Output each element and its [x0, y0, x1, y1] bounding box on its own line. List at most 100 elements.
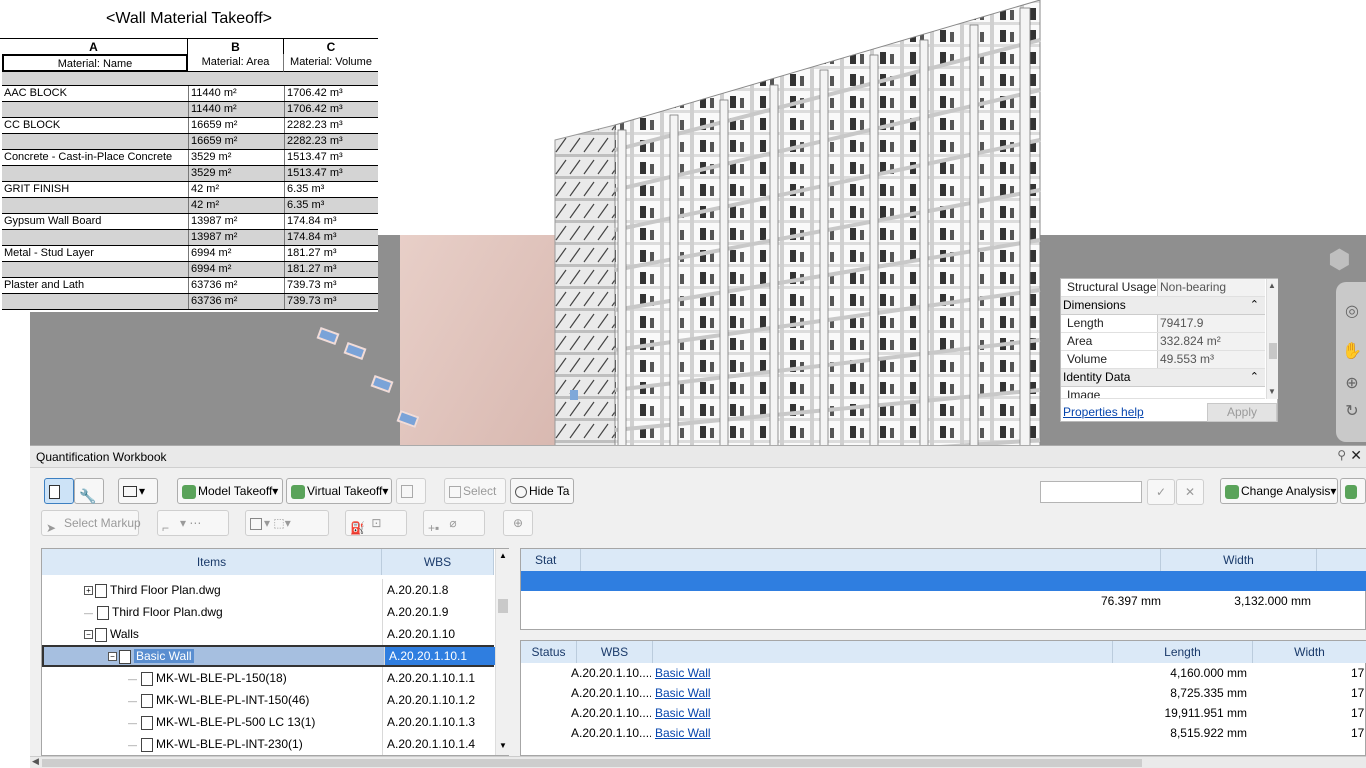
schedule-total-row[interactable]: 3529 m² 1513.47 m³ — [2, 166, 378, 182]
wbs-column-header[interactable]: WBS — [577, 641, 653, 663]
summary-grid[interactable]: Stat Width 76.397 mm 3,132.000 mm — [520, 548, 1366, 630]
zoom-icon[interactable]: ⊕ — [1342, 374, 1362, 394]
orbit-icon[interactable]: ↻ — [1342, 402, 1362, 422]
count-button[interactable]: +▪ ⌀ — [423, 510, 485, 536]
properties-scrollbar[interactable]: ▲ ▼ — [1266, 279, 1278, 399]
reject-button[interactable]: ✕ — [1176, 479, 1204, 505]
close-icon[interactable]: ✕ — [1350, 447, 1362, 464]
collapse-icon[interactable]: − — [108, 652, 117, 662]
object-column-header[interactable] — [653, 641, 1113, 663]
detail-cell-object[interactable]: Basic Wall — [655, 703, 735, 723]
properties-help-link[interactable]: Properties help — [1063, 405, 1144, 419]
pan-hand-icon[interactable]: ✋ — [1342, 342, 1362, 362]
length-column-header[interactable]: Length — [1113, 641, 1253, 663]
detail-grid[interactable]: Status WBS Length Width A.20.20.1.10....… — [520, 640, 1366, 756]
schedule-total-row[interactable]: 16659 m² 2282.23 m³ — [2, 134, 378, 150]
header-material-area[interactable]: Material: Area — [188, 54, 284, 72]
property-value[interactable]: 79417.9 — [1157, 315, 1265, 332]
detail-cell-object[interactable]: Basic Wall — [655, 663, 735, 683]
header-material-volume[interactable]: Material: Volume — [284, 54, 378, 72]
expand-icon[interactable]: + — [84, 586, 93, 596]
items-scrollbar[interactable]: ▲ ▼ — [495, 549, 509, 755]
schedule-row[interactable]: Metal - Stud Layer 6994 m² 181.27 m³ — [2, 246, 378, 262]
virtual-takeoff-button[interactable]: Virtual Takeoff▾ — [286, 478, 392, 504]
steering-wheel-icon[interactable]: ◎ — [1342, 302, 1362, 322]
model-takeoff-button[interactable]: Model Takeoff▾ — [177, 478, 283, 504]
group-identity-data[interactable]: Identity Data ⌃ — [1061, 369, 1265, 387]
schedule-row[interactable]: Plaster and Lath 63736 m² 739.73 m³ — [2, 278, 378, 294]
tree-item[interactable]: — MK-WL-BLE-PL-500 LC 13(1) A.20.20.1.10.1… — [42, 711, 494, 733]
copy-button[interactable] — [396, 478, 426, 504]
tree-item[interactable]: − Walls A.20.20.1.10 — [42, 623, 494, 645]
scroll-thumb[interactable] — [498, 599, 508, 613]
hide-takeoff-button[interactable]: Hide Ta — [510, 478, 574, 504]
group-dimensions[interactable]: Dimensions ⌃ — [1061, 297, 1265, 315]
column-letter-a[interactable]: A — [0, 38, 188, 54]
export-button[interactable] — [1340, 478, 1366, 504]
schedule-total-row[interactable]: 11440 m² 1706.42 m³ — [2, 102, 378, 118]
viewcube-icon[interactable]: ⬢ — [1328, 244, 1366, 274]
schedule-row[interactable]: AAC BLOCK 11440 m² 1706.42 m³ — [2, 86, 378, 102]
schedule-row[interactable]: Gypsum Wall Board 13987 m² 174.84 m³ — [2, 214, 378, 230]
schedule-total-row[interactable]: 13987 m² 174.84 m³ — [2, 230, 378, 246]
search-field[interactable] — [1040, 481, 1142, 503]
navigation-bar[interactable]: ◎ ✋ ⊕ ↻ — [1336, 282, 1366, 442]
pin-icon[interactable]: ⚲ — [1337, 448, 1346, 462]
schedule-row[interactable]: GRIT FINISH 42 m² 6.35 m³ — [2, 182, 378, 198]
horizontal-scrollbar[interactable]: ◀ — [30, 756, 1366, 768]
schedule-row[interactable]: Concrete - Cast-in-Place Concrete 3529 m²… — [2, 150, 378, 166]
status-column-header[interactable]: Status — [521, 641, 577, 663]
scroll-up-icon[interactable]: ▲ — [499, 551, 507, 560]
property-value[interactable]: Non-bearing — [1157, 279, 1265, 296]
display-options-button[interactable]: ▾ — [118, 478, 158, 504]
tree-item[interactable]: — MK-WL-BLE-PL-INT-230(1) A.20.20.1.10.1.4 — [42, 733, 494, 755]
properties-panel[interactable]: Structural Usage Non-bearing Dimensions … — [1060, 278, 1278, 422]
schedule-row[interactable]: CC BLOCK 16659 m² 2282.23 m³ — [2, 118, 378, 134]
scroll-down-icon[interactable]: ▼ — [1268, 387, 1276, 396]
collapse-icon[interactable]: − — [84, 630, 93, 640]
width-column-header[interactable]: Width — [1253, 641, 1366, 663]
items-tree[interactable]: Items WBS + Third Floor Plan.dwg A.20.20.1… — [41, 548, 509, 756]
schedule-total-row[interactable]: 42 m² 6.35 m³ — [2, 198, 378, 214]
tree-item[interactable]: — Third Floor Plan.dwg A.20.20.1.9 — [42, 601, 494, 623]
summary-selected-row[interactable] — [521, 571, 1366, 591]
wall-material-takeoff-schedule[interactable]: <Wall Material Takeoff> A B C Material: … — [0, 0, 378, 312]
select-markup-button[interactable]: ➤ Select Markup — [41, 510, 141, 536]
scroll-up-icon[interactable]: ▲ — [1268, 281, 1276, 290]
schedule-total-row[interactable]: 63736 m² 739.73 m³ — [2, 294, 378, 310]
detail-cell-object[interactable]: Basic Wall — [655, 723, 735, 743]
accept-button[interactable]: ✓ — [1147, 479, 1175, 505]
property-length[interactable]: Length 79417.9 — [1061, 315, 1265, 333]
change-analysis-button[interactable]: Change Analysis▾ — [1220, 478, 1338, 504]
area-button[interactable]: ▾ ⬚▾ — [245, 510, 329, 536]
scroll-thumb[interactable] — [1269, 343, 1277, 359]
select-button[interactable]: Select — [444, 478, 506, 504]
polyline-button[interactable]: ⌐ ▾ ⋯ — [157, 510, 229, 536]
tree-item[interactable]: − Basic Wall A.20.20.1.10.1 — [42, 645, 496, 667]
scroll-thumb[interactable] — [42, 759, 1142, 767]
column-letter-c[interactable]: C — [284, 38, 378, 54]
column-letter-b[interactable]: B — [188, 38, 284, 54]
scroll-down-icon[interactable]: ▼ — [499, 741, 507, 750]
scroll-left-icon[interactable]: ◀ — [32, 756, 39, 767]
property-structural-usage[interactable]: Structural Usage Non-bearing — [1061, 279, 1265, 297]
width-column-header[interactable]: Width — [1161, 549, 1317, 571]
property-volume[interactable]: Volume 49.553 m³ — [1061, 351, 1265, 369]
property-area[interactable]: Area 332.824 m² — [1061, 333, 1265, 351]
items-column-header[interactable]: Items — [42, 549, 382, 575]
collapse-chevron-icon[interactable]: ⌃ — [1250, 297, 1259, 314]
status-column-header[interactable]: Stat — [521, 549, 581, 571]
collapse-chevron-icon[interactable]: ⌃ — [1250, 369, 1259, 386]
property-value[interactable]: 332.824 m² — [1157, 333, 1265, 350]
tree-item[interactable]: — MK-WL-BLE-PL-150(18) A.20.20.1.10.1.1 — [42, 667, 494, 689]
detail-cell-object[interactable]: Basic Wall — [655, 683, 735, 703]
tree-item[interactable]: + Third Floor Plan.dwg A.20.20.1.8 — [42, 579, 494, 601]
apply-button[interactable]: Apply — [1207, 403, 1277, 422]
bucket-fill-button[interactable]: ⛽ ⊡ — [345, 510, 407, 536]
header-material-name[interactable]: Material: Name — [2, 54, 188, 72]
wbs-column-header[interactable]: WBS — [382, 549, 494, 575]
property-value[interactable]: 49.553 m³ — [1157, 351, 1265, 368]
hash-button[interactable]: ⊕ — [503, 510, 533, 536]
tree-item[interactable]: — MK-WL-BLE-PL-INT-150(46) A.20.20.1.10.1.… — [42, 689, 494, 711]
property-image[interactable]: Image — [1061, 387, 1265, 399]
